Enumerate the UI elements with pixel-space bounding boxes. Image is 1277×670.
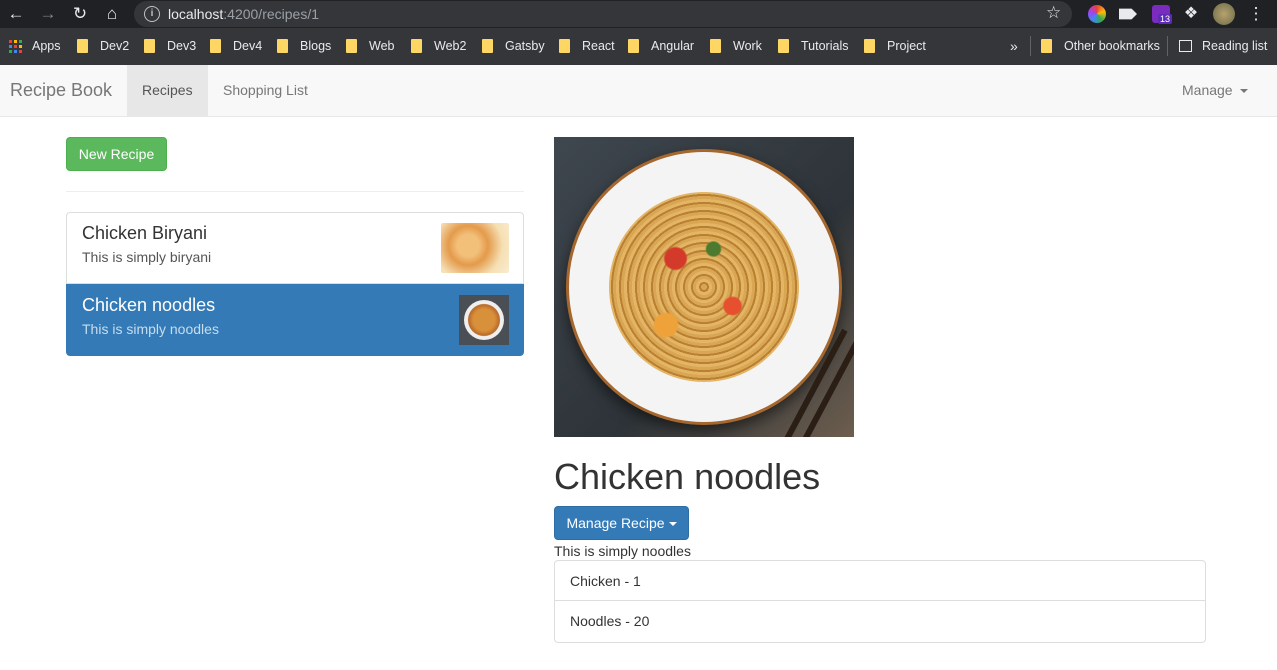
folder-icon	[411, 39, 422, 53]
recipe-thumbnail	[441, 223, 509, 273]
extension-badge: 13	[1158, 14, 1173, 24]
bookmark-folder[interactable]: Web2	[411, 38, 466, 54]
ingredient-item: Chicken - 1	[554, 560, 1206, 601]
home-icon[interactable]: ⌂	[102, 4, 122, 24]
bookmark-star-icon[interactable]: ☆	[1046, 3, 1061, 23]
url-text: localhost:4200/recipes/1	[168, 6, 319, 22]
nav-tab-recipes[interactable]: Recipes	[127, 65, 208, 116]
new-recipe-button[interactable]: New Recipe	[66, 137, 167, 171]
recipe-image	[554, 137, 854, 437]
reading-list[interactable]: Reading list	[1179, 38, 1267, 54]
folder-icon	[346, 39, 357, 53]
bookmark-folder[interactable]: React	[559, 38, 615, 54]
bookmark-folder[interactable]: Dev2	[77, 38, 129, 54]
brand-link[interactable]: Recipe Book	[10, 80, 112, 101]
bookmarks-bar: Apps Dev2 Dev3 Dev4 Blogs Web Web2 Gatsb…	[0, 28, 1277, 65]
manage-recipe-button[interactable]: Manage Recipe	[554, 506, 689, 540]
bookmark-other[interactable]: Other bookmarks	[1041, 38, 1160, 54]
profile-avatar[interactable]	[1213, 3, 1235, 25]
bookmark-apps[interactable]: Apps	[9, 38, 61, 54]
divider	[1030, 36, 1031, 56]
divider	[1167, 36, 1168, 56]
folder-icon	[864, 39, 875, 53]
folder-icon	[559, 39, 570, 53]
recipe-list-item[interactable]: Chicken Biryani This is simply biryani	[66, 212, 524, 284]
info-icon[interactable]: i	[144, 6, 160, 22]
recipe-thumbnail	[459, 295, 509, 345]
app-navbar: Recipe Book Recipes Shopping List Manage	[0, 65, 1277, 117]
manage-dropdown[interactable]: Manage	[1182, 82, 1248, 98]
bookmarks-overflow[interactable]: »	[1010, 38, 1018, 54]
reload-icon[interactable]: ↻	[70, 4, 90, 24]
bookmark-folder[interactable]: Angular	[628, 38, 694, 54]
caret-down-icon	[668, 522, 677, 527]
color-extension-icon[interactable]	[1088, 5, 1106, 23]
divider	[66, 191, 524, 192]
folder-icon	[1041, 39, 1052, 53]
bookmark-folder[interactable]: Gatsby	[482, 38, 545, 54]
bookmark-folder[interactable]: Dev3	[144, 38, 196, 54]
recipe-list-item-active[interactable]: Chicken noodles This is simply noodles	[66, 284, 524, 356]
recipe-description: This is simply biryani	[82, 249, 212, 265]
folder-icon	[710, 39, 721, 53]
bookmark-folder[interactable]: Dev4	[210, 38, 262, 54]
browser-toolbar: ← → ↻ ⌂ i localhost:4200/recipes/1 ☆ 13 …	[0, 0, 1277, 28]
ingredient-item: Noodles - 20	[554, 601, 1206, 643]
nav-tab-shopping-list[interactable]: Shopping List	[223, 82, 308, 98]
recipe-description: This is simply noodles	[82, 321, 219, 337]
folder-icon	[778, 39, 789, 53]
bookmark-folder[interactable]: Tutorials	[778, 38, 848, 54]
folder-icon	[77, 39, 88, 53]
arrow-extension-icon[interactable]	[1119, 8, 1137, 20]
caret-down-icon	[1239, 89, 1248, 94]
bookmark-folder[interactable]: Project	[864, 38, 926, 54]
bookmark-folder[interactable]: Blogs	[277, 38, 331, 54]
folder-icon	[482, 39, 493, 53]
recipe-title: Chicken noodles	[554, 456, 821, 497]
recipe-name: Chicken Biryani	[82, 223, 208, 243]
bookmark-folder[interactable]: Web	[346, 38, 394, 54]
recipe-description-detail: This is simply noodles	[554, 543, 691, 559]
forward-arrow-icon[interactable]: →	[38, 4, 58, 24]
puzzle-badge-extension-icon[interactable]: 13	[1152, 5, 1173, 24]
reading-list-icon	[1179, 40, 1192, 52]
apps-grid-icon	[9, 39, 22, 53]
recipe-name: Chicken noodles	[82, 295, 216, 315]
extensions-puzzle-icon[interactable]: ❖	[1181, 4, 1201, 24]
folder-icon	[277, 39, 288, 53]
address-bar[interactable]: i localhost:4200/recipes/1	[134, 1, 1072, 27]
bookmark-folder[interactable]: Work	[710, 38, 762, 54]
back-arrow-icon[interactable]: ←	[6, 4, 26, 24]
folder-icon	[628, 39, 639, 53]
menu-kebab-icon[interactable]: ⋮	[1246, 4, 1266, 24]
folder-icon	[210, 39, 221, 53]
folder-icon	[144, 39, 155, 53]
